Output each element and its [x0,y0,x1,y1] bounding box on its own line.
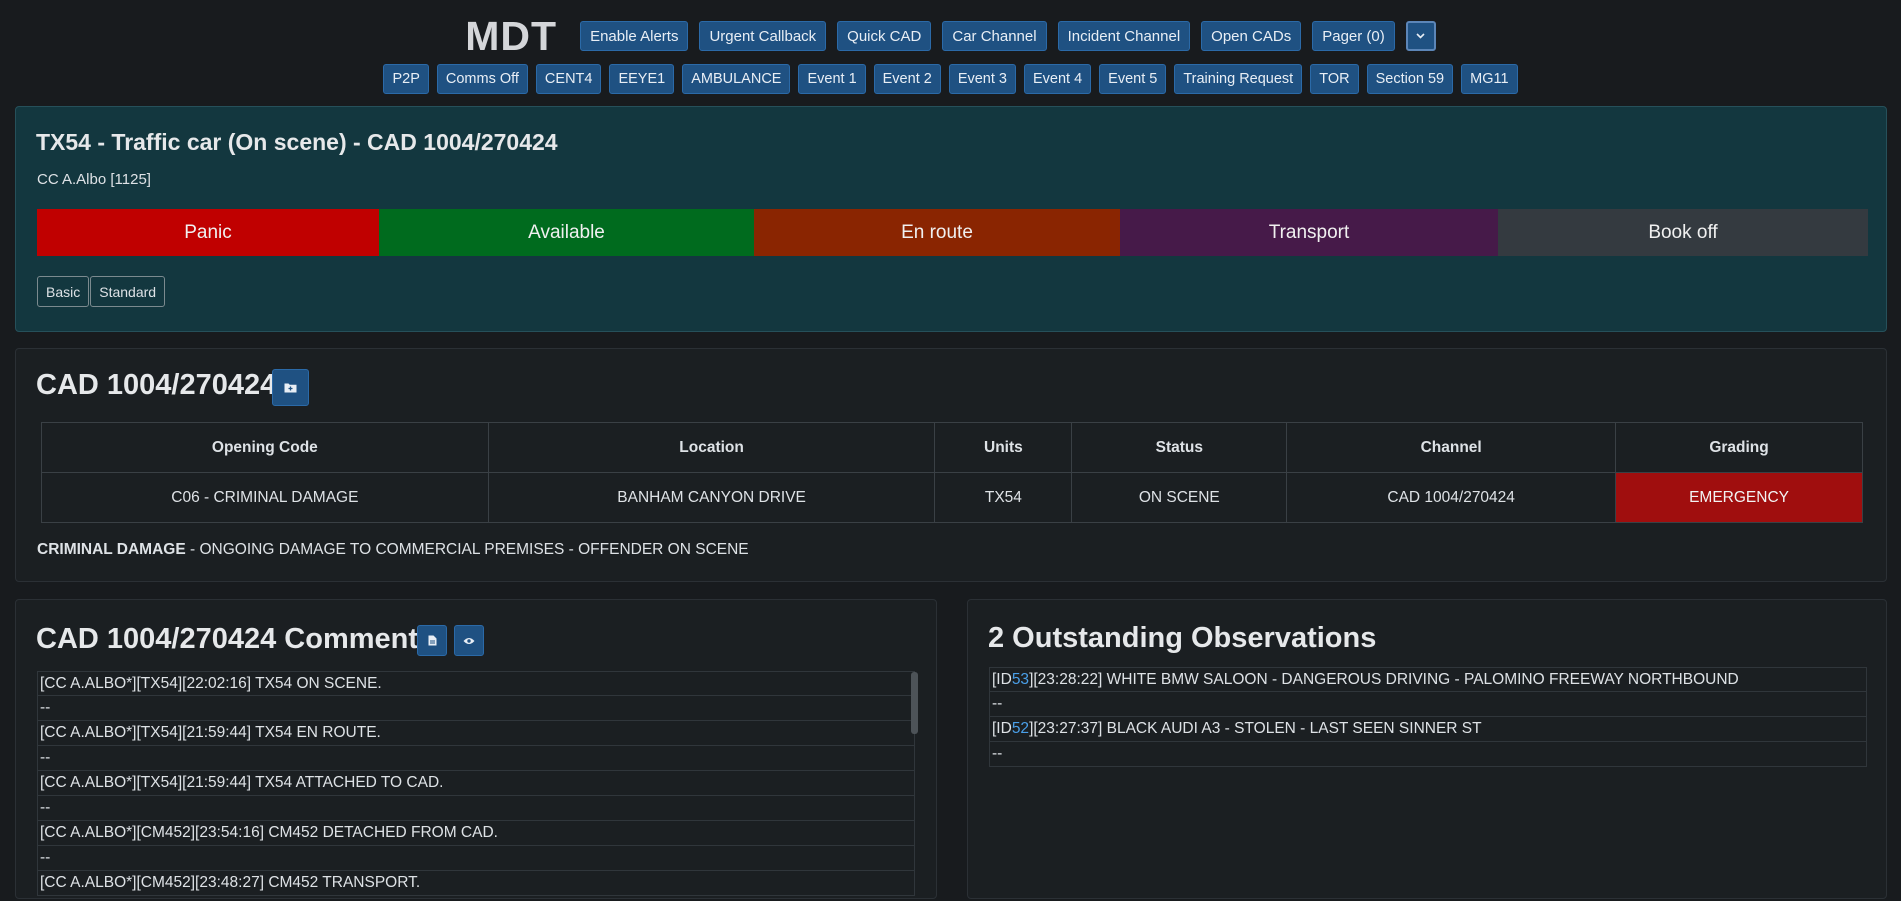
p2p-button[interactable]: P2P [383,64,429,94]
header-status: Status [1071,422,1288,473]
observation-text: ][23:28:22] WHITE BMW SALOON - DANGEROUS… [1029,670,1739,688]
observations-panel: 2 Outstanding Observations [ID 53][23:28… [967,599,1887,899]
observation-prefix: [ID [992,720,1012,737]
observation-separator: -- [989,692,1867,717]
observations-list: [ID 53][23:28:22] WHITE BMW SALOON - DAN… [989,667,1867,767]
incident-channel-button[interactable]: Incident Channel [1057,21,1191,51]
list-item: -- [37,696,915,721]
status-bar: Panic Available En route Transport Book … [37,209,1868,256]
eye-icon [463,637,475,644]
observation-text: ][23:27:37] BLACK AUDI A3 - STOLEN - LAS… [1029,720,1482,737]
panic-button[interactable]: Panic [37,209,379,256]
unit-status-panel: TX54 - Traffic car (On scene) - CAD 1004… [15,106,1887,332]
enable-alerts-button[interactable]: Enable Alerts [580,21,689,51]
car-channel-button[interactable]: Car Channel [942,21,1047,51]
tor-button[interactable]: TOR [1310,64,1359,94]
ambulance-button[interactable]: AMBULANCE [682,64,791,94]
cad-panel: CAD 1004/270424 Opening Code Location Un… [15,348,1887,582]
observation-item: [ID 53][23:28:22] WHITE BMW SALOON - DAN… [989,667,1867,692]
observation-id-link[interactable]: 52 [1012,720,1029,738]
header: MDT Enable Alerts Urgent Callback Quick … [0,13,1901,59]
mode-toggle-group: Basic Standard [37,276,166,307]
standard-mode-button[interactable]: Standard [90,276,166,307]
cad-details-table: Opening Code Location Units Status Chann… [41,422,1863,523]
observation-prefix: [ID [992,670,1012,688]
comms-off-button[interactable]: Comms Off [436,64,528,94]
urgent-callback-button[interactable]: Urgent Callback [699,21,827,51]
event-2-button[interactable]: Event 2 [873,64,941,94]
quick-action-bar: P2P Comms Off CENT4 EEYE1 AMBULANCE Even… [0,64,1901,94]
en-route-button[interactable]: En route [754,209,1120,256]
list-item: [CC A.ALBO*][TX54][21:59:44] TX54 EN ROU… [37,721,915,746]
eeye1-button[interactable]: EEYE1 [609,64,675,94]
cell-status: ON SCENE [1071,472,1288,523]
mg11-button[interactable]: MG11 [1461,64,1518,94]
list-item: [CC A.ALBO*][CM452][23:54:16] CM452 DETA… [37,821,915,846]
list-item: [CC A.ALBO*][CM452][23:48:27] CM452 TRAN… [37,871,915,896]
section-59-button[interactable]: Section 59 [1366,64,1454,94]
cell-location: BANHAM CANYON DRIVE [487,472,936,523]
list-item: -- [37,846,915,871]
observation-item: [ID 52][23:27:37] BLACK AUDI A3 - STOLEN… [989,717,1867,742]
cad-folder-button[interactable] [272,369,309,406]
open-cads-button[interactable]: Open CADs [1201,21,1302,51]
comments-list[interactable]: [CC A.ALBO*][TX54][22:02:16] TX54 ON SCE… [37,671,915,901]
comments-view-button[interactable] [454,625,484,656]
table-row: C06 - CRIMINAL DAMAGE BANHAM CANYON DRIV… [41,472,1863,523]
header-channel: Channel [1286,422,1617,473]
event-4-button[interactable]: Event 4 [1023,64,1092,94]
training-request-button[interactable]: Training Request [1174,64,1303,94]
officer-name: CC A.Albo [1125] [37,171,151,188]
comments-panel: CAD 1004/270424 Comments [CC A.ALBO*][TX… [15,599,937,899]
available-button[interactable]: Available [379,209,754,256]
cad-title: CAD 1004/270424 [36,369,277,401]
cad-description: CRIMINAL DAMAGE - ONGOING DAMAGE TO COMM… [37,541,749,559]
pager-button[interactable]: Pager (0) [1312,21,1395,51]
header-location: Location [487,422,936,473]
header-units: Units [934,422,1073,473]
cell-opening-code: C06 - CRIMINAL DAMAGE [41,472,489,523]
list-item: -- [37,796,915,821]
folder-plus-icon [284,383,297,393]
comments-document-button[interactable] [417,625,447,656]
book-off-button[interactable]: Book off [1498,209,1868,256]
header-opening-code: Opening Code [41,422,489,473]
comments-title: CAD 1004/270424 Comments [36,623,435,655]
observations-title: 2 Outstanding Observations [988,622,1377,654]
event-3-button[interactable]: Event 3 [948,64,1016,94]
basic-mode-button[interactable]: Basic [37,276,90,307]
cent4-button[interactable]: CENT4 [535,64,602,94]
list-item: -- [37,746,915,771]
event-1-button[interactable]: Event 1 [798,64,866,94]
list-item: [CC A.ALBO*][TX54][21:59:44] TX54 ATTACH… [37,771,915,796]
event-5-button[interactable]: Event 5 [1099,64,1167,94]
cad-description-label: CRIMINAL DAMAGE [37,541,186,558]
app-title: MDT [465,12,558,59]
cell-units: TX54 [934,472,1073,523]
quick-cad-button[interactable]: Quick CAD [837,21,932,51]
list-item: [CC A.ALBO*][TX54][22:02:16] TX54 ON SCE… [37,671,915,696]
cell-channel: CAD 1004/270424 [1286,472,1617,523]
observation-separator: -- [989,742,1867,767]
document-icon [428,635,436,646]
transport-button[interactable]: Transport [1120,209,1498,256]
comments-scrollbar[interactable] [911,672,918,734]
dropdown-toggle-button[interactable] [1405,21,1436,51]
header-grading: Grading [1615,422,1863,473]
cell-grading: EMERGENCY [1615,472,1863,523]
observation-id-link[interactable]: 53 [1012,671,1029,689]
chevron-down-icon [1416,33,1425,39]
unit-title: TX54 - Traffic car (On scene) - CAD 1004… [36,129,558,155]
cad-description-text: - ONGOING DAMAGE TO COMMERCIAL PREMISES … [185,541,749,558]
table-header-row: Opening Code Location Units Status Chann… [41,422,1863,473]
